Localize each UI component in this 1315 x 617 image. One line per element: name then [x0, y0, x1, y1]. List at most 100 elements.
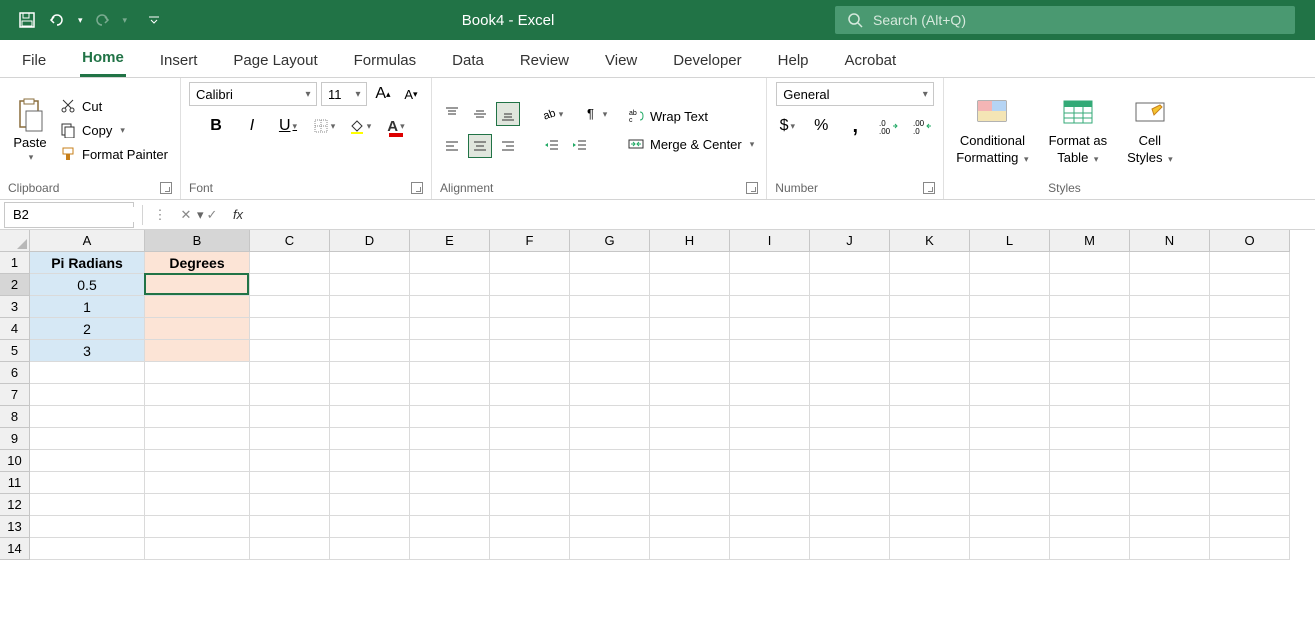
cell[interactable] [890, 384, 970, 406]
number-format-input[interactable] [777, 83, 917, 105]
cell[interactable] [490, 406, 570, 428]
cell[interactable] [410, 252, 490, 274]
cell[interactable] [570, 318, 650, 340]
cell[interactable] [330, 406, 410, 428]
cell[interactable] [330, 318, 410, 340]
cell[interactable] [1050, 340, 1130, 362]
align-center-button[interactable] [468, 134, 492, 158]
cell[interactable] [570, 494, 650, 516]
cell[interactable] [810, 406, 890, 428]
comma-button[interactable]: , [843, 114, 867, 138]
cell[interactable] [890, 296, 970, 318]
save-icon[interactable] [16, 9, 38, 31]
row-header[interactable]: 2 [0, 274, 30, 296]
cell[interactable] [490, 340, 570, 362]
row-header[interactable]: 13 [0, 516, 30, 538]
cell[interactable] [810, 494, 890, 516]
cell[interactable] [1210, 494, 1290, 516]
cell[interactable] [810, 318, 890, 340]
cell[interactable] [1130, 516, 1210, 538]
cell[interactable] [250, 252, 330, 274]
row-header[interactable]: 8 [0, 406, 30, 428]
align-right-button[interactable] [496, 134, 520, 158]
row-header[interactable]: 12 [0, 494, 30, 516]
tab-review[interactable]: Review [518, 44, 571, 77]
cell[interactable] [570, 362, 650, 384]
cell[interactable] [1210, 450, 1290, 472]
cell[interactable] [1210, 274, 1290, 296]
cell[interactable] [730, 428, 810, 450]
cell[interactable] [890, 472, 970, 494]
cell[interactable] [650, 362, 730, 384]
copy-button[interactable]: Copy ▾ [56, 120, 172, 140]
cell[interactable] [650, 274, 730, 296]
cell[interactable] [1130, 252, 1210, 274]
cell[interactable] [410, 472, 490, 494]
paste-button[interactable]: Paste ▾ [8, 95, 52, 165]
cell[interactable] [1210, 538, 1290, 560]
cancel-icon[interactable]: ✕ [173, 202, 199, 228]
row-header[interactable]: 5 [0, 340, 30, 362]
cell[interactable] [490, 538, 570, 560]
cell[interactable] [30, 384, 145, 406]
align-top-button[interactable] [440, 102, 464, 126]
cell[interactable] [730, 538, 810, 560]
cell[interactable]: 3 [30, 340, 145, 362]
chevron-down-icon[interactable]: ▾ [300, 89, 316, 100]
ltr-button[interactable]: ¶▾ [584, 102, 608, 126]
cell[interactable] [410, 538, 490, 560]
col-header[interactable]: G [570, 230, 650, 252]
fill-color-button[interactable]: ▾ [348, 114, 372, 138]
cell[interactable] [30, 538, 145, 560]
cell[interactable]: Pi Radians [30, 252, 145, 274]
font-name-combo[interactable]: ▾ [189, 82, 317, 106]
cell[interactable] [1210, 472, 1290, 494]
chevron-down-icon[interactable]: ▾ [917, 89, 933, 100]
cell[interactable] [1130, 384, 1210, 406]
cell[interactable] [30, 406, 145, 428]
cell[interactable]: 2 [30, 318, 145, 340]
conditional-formatting-button[interactable]: Conditional Formatting ▾ [952, 93, 1032, 167]
cell[interactable] [250, 340, 330, 362]
cell[interactable] [890, 406, 970, 428]
cell[interactable] [490, 472, 570, 494]
decrease-decimal-button[interactable]: .00.0 [911, 114, 935, 138]
cell[interactable] [30, 472, 145, 494]
tab-home[interactable]: Home [80, 41, 126, 77]
cell[interactable] [1050, 450, 1130, 472]
cell[interactable] [1130, 274, 1210, 296]
cell[interactable] [145, 538, 250, 560]
cell[interactable] [330, 494, 410, 516]
tab-insert[interactable]: Insert [158, 44, 200, 77]
col-header[interactable]: D [330, 230, 410, 252]
cell[interactable] [1050, 472, 1130, 494]
align-middle-button[interactable] [468, 102, 492, 126]
cell[interactable] [730, 274, 810, 296]
cell[interactable] [1210, 406, 1290, 428]
cell[interactable] [330, 428, 410, 450]
cell[interactable] [1130, 472, 1210, 494]
cell[interactable] [890, 450, 970, 472]
cell[interactable] [970, 494, 1050, 516]
cell[interactable] [890, 494, 970, 516]
tab-help[interactable]: Help [776, 44, 811, 77]
cell[interactable] [970, 450, 1050, 472]
row-header[interactable]: 11 [0, 472, 30, 494]
tab-data[interactable]: Data [450, 44, 486, 77]
cell[interactable] [250, 538, 330, 560]
cell[interactable] [145, 516, 250, 538]
cell[interactable] [1050, 538, 1130, 560]
cut-button[interactable]: Cut [56, 96, 172, 116]
cell[interactable] [1210, 296, 1290, 318]
cell[interactable] [970, 384, 1050, 406]
col-header[interactable]: E [410, 230, 490, 252]
cell[interactable] [810, 450, 890, 472]
cell[interactable] [145, 428, 250, 450]
alignment-launcher-icon[interactable] [746, 182, 758, 194]
cell[interactable] [650, 252, 730, 274]
align-left-button[interactable] [440, 134, 464, 158]
row-header[interactable]: 10 [0, 450, 30, 472]
col-header[interactable]: J [810, 230, 890, 252]
font-size-combo[interactable]: ▾ [321, 82, 367, 106]
cell[interactable] [490, 362, 570, 384]
